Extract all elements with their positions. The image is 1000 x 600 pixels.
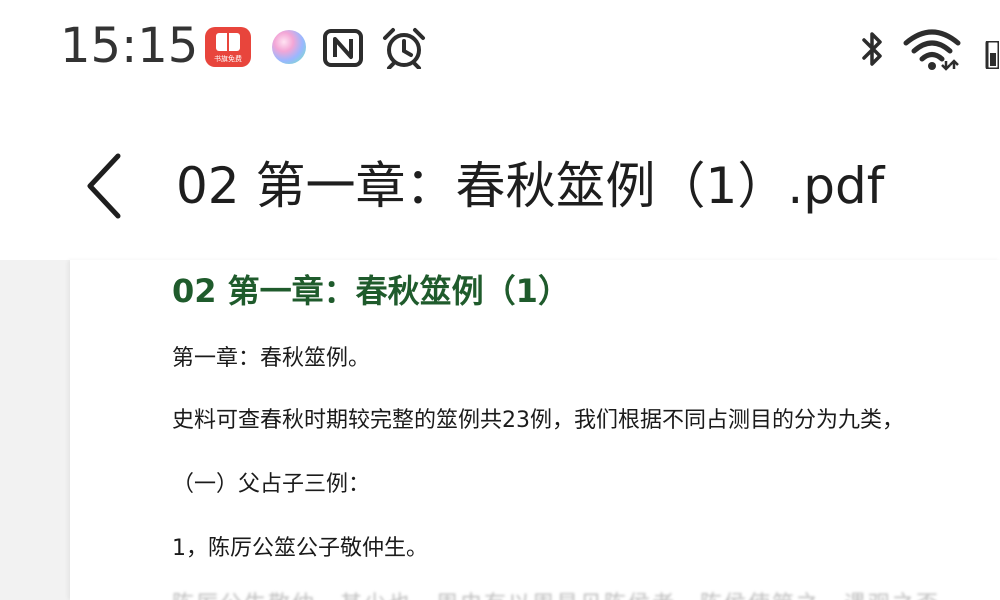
document-viewer[interactable]: 02 第一章：春秋筮例（1） 第一章：春秋筮例。 史料可查春秋时期较完整的筮例共… bbox=[0, 260, 1000, 600]
paragraph: 第一章：春秋筮例。 bbox=[172, 346, 371, 371]
pdf-page[interactable]: 02 第一章：春秋筮例（1） 第一章：春秋筮例。 史料可查春秋时期较完整的筮例共… bbox=[70, 260, 1000, 600]
back-button[interactable] bbox=[76, 150, 136, 222]
clock: 15:15 bbox=[60, 18, 199, 74]
nfc-icon bbox=[323, 29, 363, 67]
paragraph-cut-off: 陈厉公生敬仲，其少也，周史有以周易见陈侯者，陈侯使筮之，遇观之否 bbox=[172, 590, 940, 600]
pdf-heading: 02 第一章：春秋筮例（1） bbox=[172, 272, 570, 310]
alarm-icon bbox=[383, 28, 425, 69]
bluetooth-icon bbox=[862, 32, 882, 66]
status-bar: 15:15 书旗免费 bbox=[0, 0, 1000, 100]
color-orb-app-icon bbox=[272, 30, 306, 64]
wifi-icon bbox=[903, 29, 961, 71]
red-reader-app-icon: 书旗免费 bbox=[205, 27, 251, 67]
battery-icon bbox=[985, 41, 999, 69]
paragraph: （一）父占子三例： bbox=[172, 472, 371, 497]
chevron-left-icon bbox=[87, 153, 121, 219]
app-bar: 02 第一章：春秋筮例（1）.pdf bbox=[0, 100, 1000, 260]
paragraph: 史料可查春秋时期较完整的筮例共23例，我们根据不同占测目的分为九类， bbox=[172, 408, 904, 433]
red-app-caption: 书旗免费 bbox=[214, 55, 242, 63]
document-title: 02 第一章：春秋筮例（1）.pdf bbox=[176, 157, 885, 215]
paragraph: 1，陈厉公筮公子敬仲生。 bbox=[172, 536, 428, 561]
